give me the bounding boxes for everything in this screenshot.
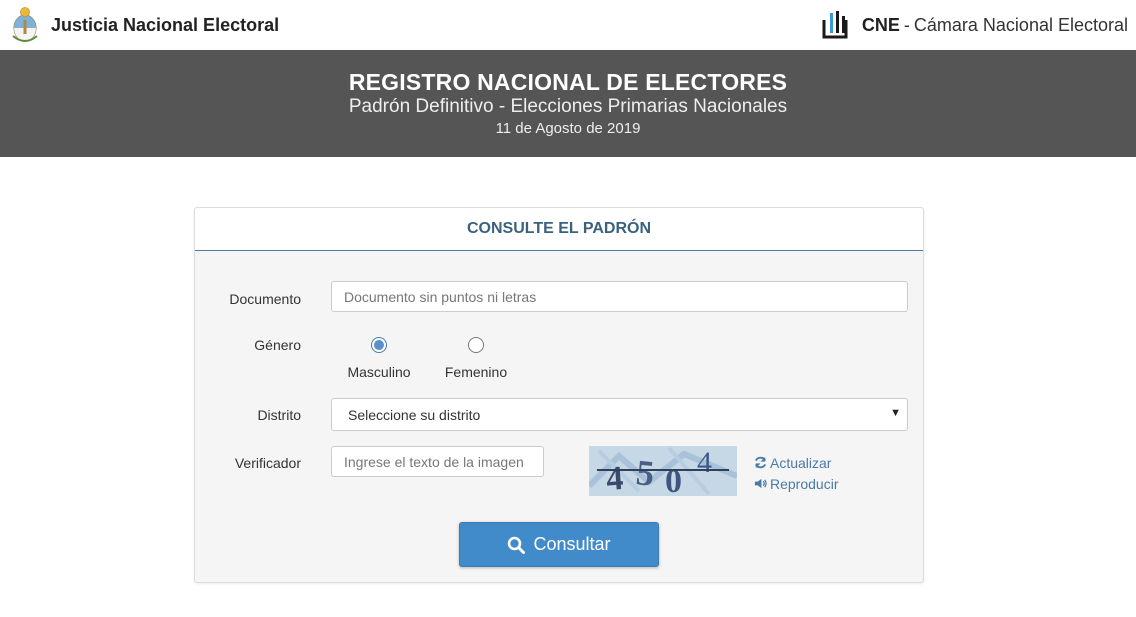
verificador-label: Verificador [234, 455, 301, 471]
consultar-button-label[interactable]: Consultar [533, 534, 610, 555]
distrito-select[interactable]: Seleccione su distrito ▼ [331, 398, 908, 431]
captcha-audio-label[interactable]: Reproducir [770, 476, 838, 492]
genero-label: Género [254, 337, 301, 353]
brand-cne-abbr: CNE [861, 14, 900, 35]
captcha-char: 0 [665, 463, 682, 496]
captcha-image: 4 5 0 4 [589, 446, 737, 496]
captcha-refresh-link[interactable]: Actualizar [754, 452, 838, 473]
consulta-panel: CONSULTE EL PADRÓN Documento Género Masc… [194, 207, 924, 583]
consultar-button[interactable]: Consultar [459, 522, 659, 567]
captcha-char: 4 [605, 460, 625, 496]
genero-option-femenino[interactable]: Femenino [443, 337, 509, 380]
radio-masculino[interactable] [371, 337, 387, 353]
top-bar: Justicia Nacional Electoral CNE - Cámara… [0, 0, 1136, 50]
page-title: REGISTRO NACIONAL DE ELECTORES [348, 69, 788, 95]
chevron-down-icon: ▼ [890, 407, 901, 419]
captcha-actions: Actualizar Reproducir [754, 452, 838, 494]
genero-option-masculino[interactable]: Masculino [346, 337, 412, 380]
election-date: 11 de Agosto de 2019 [495, 120, 641, 137]
brand-justicia-name: Justicia Nacional Electoral [51, 14, 280, 35]
brand-justicia[interactable]: Justicia Nacional Electoral [10, 4, 279, 46]
cne-logo-icon [822, 11, 848, 39]
page-subtitle: Padrón Definitivo - Elecciones Primarias… [348, 96, 788, 117]
captcha-input[interactable] [331, 446, 544, 477]
brand-cne[interactable]: CNE - Cámara Nacional Electoral [822, 4, 1128, 46]
argentina-seal-icon [12, 7, 38, 42]
radio-femenino[interactable] [468, 337, 484, 353]
volume-icon [754, 478, 767, 489]
panel-header: CONSULTE EL PADRÓN [195, 208, 923, 251]
distrito-selected-value: Seleccione su distrito [348, 407, 481, 423]
documento-label: Documento [229, 291, 301, 307]
documento-input[interactable] [331, 281, 908, 312]
search-icon [508, 536, 526, 554]
radio-femenino-label[interactable]: Femenino [443, 364, 509, 380]
brand-cne-name: Cámara Nacional Electoral [913, 14, 1128, 35]
panel-heading: CONSULTE EL PADRÓN [466, 220, 651, 237]
distrito-label: Distrito [257, 407, 301, 423]
refresh-icon [755, 456, 766, 469]
captcha-char: 4 [697, 446, 712, 479]
brand-cne-separator: - [903, 14, 910, 35]
captcha-audio-link[interactable]: Reproducir [754, 473, 838, 494]
radio-masculino-label[interactable]: Masculino [346, 364, 412, 380]
page-banner: REGISTRO NACIONAL DE ELECTORES Padrón De… [0, 50, 1136, 157]
captcha-refresh-label[interactable]: Actualizar [770, 455, 831, 471]
